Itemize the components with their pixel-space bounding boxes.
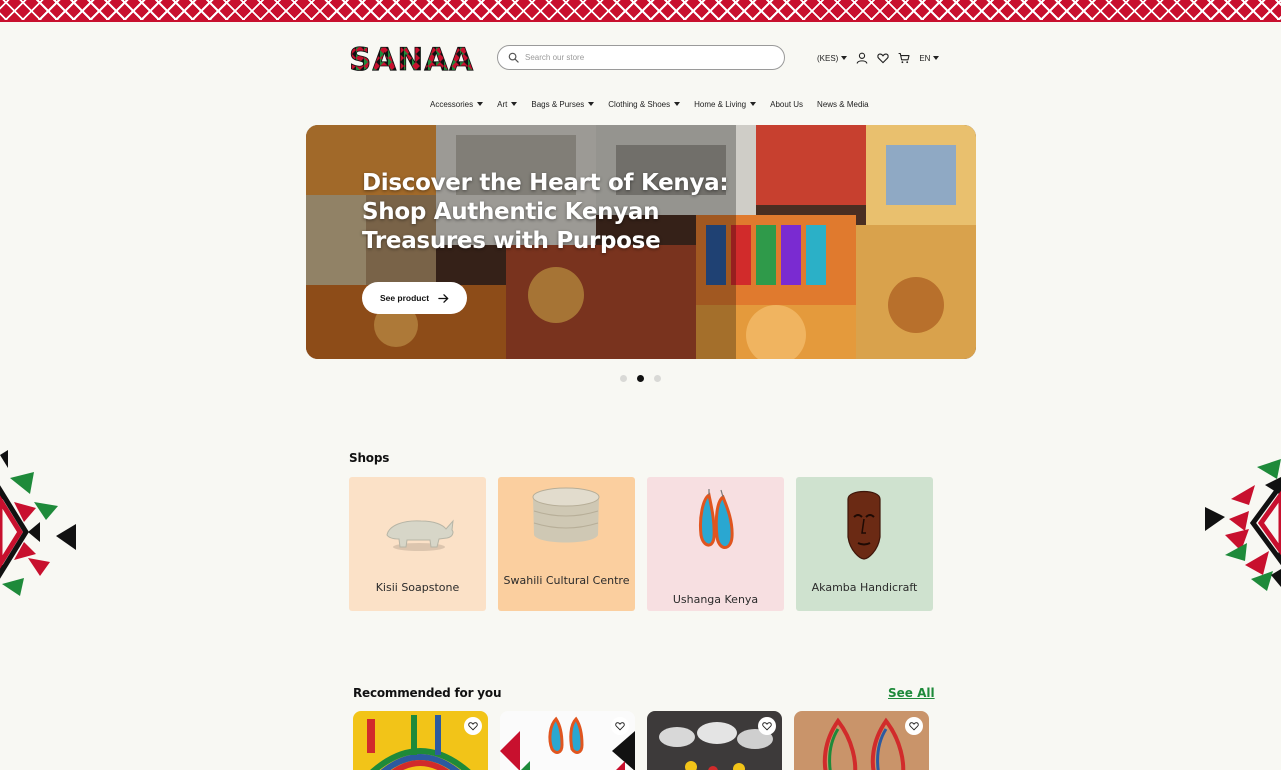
shop-name: Akamba Handicraft [811,581,918,594]
chevron-down-icon [933,56,940,60]
nav-item-label: Clothing & Shoes [608,99,671,109]
wishlist-button[interactable] [905,717,923,735]
shop-name: Kisii Soapstone [375,581,460,594]
search-icon [508,52,519,63]
shop-name: Ushanga Kenya [672,593,759,606]
nav-item-label: About Us [770,99,804,109]
nav-item-label: Home & Living [694,99,747,109]
see-all-link[interactable]: See All [888,686,935,700]
heart-icon [762,722,772,731]
shop-card-kisii-soapstone[interactable]: Kisii Soapstone [349,477,486,611]
nav-item-accessories[interactable]: Accessories [430,99,484,109]
shop-name: Swahili Cultural Centre [503,574,630,587]
woven-basket-image [532,487,600,543]
heart-icon [909,722,919,731]
see-product-button[interactable]: See product [362,282,467,314]
arrow-right-icon [438,293,449,303]
chevron-down-icon [674,102,681,106]
currency-label: (KES) [817,53,839,63]
wishlist-heart-icon[interactable] [877,52,890,64]
nav-item-home-living[interactable]: Home & Living [694,99,757,109]
heart-icon [615,722,625,731]
wishlist-button[interactable] [611,717,629,735]
chevron-down-icon [750,102,757,106]
hero-title: Discover the Heart of Kenya: Shop Authen… [362,170,729,254]
nav-item-bags-purses[interactable]: Bags & Purses [531,99,595,109]
nav-item-art[interactable]: Art [497,99,518,109]
main-navigation: Accessories Art Bags & Purses Clothing &… [430,97,869,111]
nav-item-clothing-shoes[interactable]: Clothing & Shoes [608,99,681,109]
shop-card-swahili-cultural-centre[interactable]: Swahili Cultural Centre [498,477,635,611]
see-product-label: See product [379,293,430,303]
product-card[interactable] [794,711,929,770]
heart-icon [468,722,478,731]
currency-selector[interactable]: (KES) [817,53,848,63]
nav-item-label: News & Media [817,99,869,109]
product-card[interactable] [353,711,488,770]
chevron-down-icon [511,102,518,106]
product-card[interactable] [500,711,635,770]
header-tools: (KES) EN [817,49,940,67]
language-label: EN [919,53,931,63]
chevron-down-icon [588,102,595,106]
kenyan-pattern-banner [0,0,1281,22]
sanaa-logo[interactable]: SANAA [348,42,476,74]
search-input[interactable] [525,53,765,62]
carousel-dots [620,375,661,382]
shop-card-akamba-handicraft[interactable]: Akamba Handicraft [796,477,933,611]
carousel-dot-2[interactable] [637,375,644,382]
hero-banner[interactable]: Discover the Heart of Kenya: Shop Authen… [306,125,976,359]
shop-card-ushanga-kenya[interactable]: Ushanga Kenya [647,477,784,611]
left-tribal-decoration [0,450,76,596]
wishlist-button[interactable] [464,717,482,735]
nav-item-about-us[interactable]: About Us [770,100,803,109]
carousel-dot-1[interactable] [620,375,627,382]
nav-item-label: Accessories [430,99,474,109]
chevron-down-icon [477,102,484,106]
user-account-icon[interactable] [856,52,868,64]
beaded-earrings-image [699,489,734,549]
chevron-down-icon [841,56,848,60]
wishlist-button[interactable] [758,717,776,735]
product-card[interactable] [647,711,782,770]
svg-text:SANAA: SANAA [349,42,474,74]
right-tribal-decoration [1205,459,1281,591]
language-selector[interactable]: EN [919,53,940,63]
nav-item-label: Bags & Purses [531,99,585,109]
shops-heading: Shops [349,451,390,465]
shopping-cart-icon[interactable] [898,52,910,64]
recommended-heading: Recommended for you [353,686,502,700]
nav-item-label: Art [497,99,508,109]
carousel-dot-3[interactable] [654,375,661,382]
search-bar[interactable] [497,45,785,70]
wooden-mask-image [847,490,881,560]
nav-item-news-media[interactable]: News & Media [817,100,869,109]
soapstone-rhino-image [386,519,454,551]
